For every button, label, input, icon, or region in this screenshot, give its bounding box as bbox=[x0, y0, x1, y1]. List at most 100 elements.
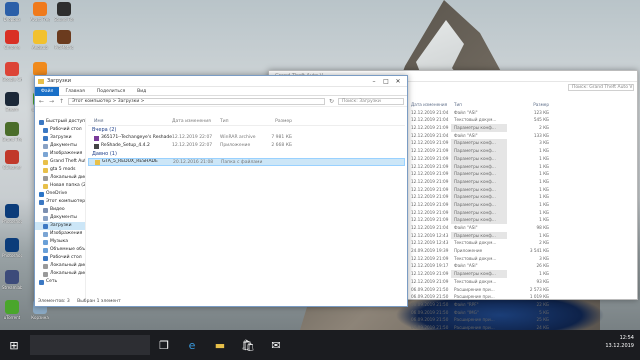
desktop-icon[interactable]: uTorrent bbox=[2, 300, 22, 320]
gta-col-type[interactable]: Тип bbox=[451, 101, 507, 109]
gta-file-row[interactable]: 06.09.2019 21:50 Расширение при... 1 019 К… bbox=[411, 293, 633, 301]
gta-file-row[interactable]: 12.12.2019 21:09 Параметры конф... 1 КБ bbox=[411, 162, 633, 171]
nav-item[interactable]: Локальный диск (D: bbox=[35, 174, 85, 182]
gta-file-row[interactable]: 12.12.2019 21:04 Файл "ASI" 133 КБ bbox=[411, 132, 633, 140]
refresh-icon[interactable]: ↻ bbox=[328, 98, 335, 105]
nav-item[interactable]: gta 5 mods bbox=[35, 166, 85, 174]
nav-item[interactable]: Grand Theft Auto V bbox=[35, 158, 85, 166]
gta-file-row[interactable]: 12.12.2019 21:09 Параметры конф... 1 КБ bbox=[411, 200, 633, 209]
up-arrow-icon[interactable]: ↑ bbox=[58, 98, 65, 105]
gta-col-size[interactable]: Размер bbox=[507, 101, 551, 109]
nav-item[interactable]: OneDrive bbox=[35, 190, 85, 198]
nav-item[interactable]: Рабочий стол bbox=[35, 254, 85, 262]
desktop-icon[interactable]: Avast Free bbox=[30, 2, 50, 22]
gta-col-date[interactable]: Дата изменения bbox=[411, 101, 451, 109]
gta-search-input[interactable]: Поиск: Grand Theft Auto V bbox=[568, 84, 634, 91]
nav-item[interactable]: Новая папка (2) bbox=[35, 182, 85, 190]
downloads-explorer-window[interactable]: Загрузки – □ ✕ Файл Главная Поделиться В… bbox=[34, 75, 408, 307]
group-header[interactable]: Давно (1) bbox=[88, 150, 405, 158]
group-header[interactable]: Вчера (2) bbox=[88, 126, 405, 134]
desktop-icon[interactable]: Aegisub bbox=[30, 30, 50, 50]
nav-item[interactable]: Этот компьютер bbox=[35, 198, 85, 206]
nav-item[interactable]: Документы bbox=[35, 214, 85, 222]
mail-icon[interactable]: ✉ bbox=[265, 334, 287, 356]
gta-file-row[interactable]: 12.12.2019 21:09 Параметры конф... 1 КБ bbox=[411, 154, 633, 163]
desktop-icon[interactable]: Streamlabs bbox=[2, 270, 22, 290]
gta-file-row[interactable]: 24.09.2019 19:39 Приложение 3 541 КБ bbox=[411, 247, 633, 255]
nav-item[interactable]: Изображения bbox=[35, 230, 85, 238]
gta-file-row[interactable]: 12.12.2019 21:09 Параметры конф... 1 КБ bbox=[411, 177, 633, 186]
nav-item[interactable]: Загрузки bbox=[35, 134, 85, 142]
minimize-button[interactable]: – bbox=[368, 78, 380, 85]
gta-file-row[interactable]: 06.09.2019 21:50 Расширение при... 25 КБ bbox=[411, 316, 633, 324]
desktop-icon[interactable]: Sound Forge bbox=[54, 2, 74, 22]
gta-file-row[interactable]: 12.12.2019 21:09 Параметры конф... 2 КБ bbox=[411, 124, 633, 132]
gta-file-row[interactable]: 12.12.2019 21:09 Параметры конф... 1 КБ bbox=[411, 147, 633, 155]
close-button[interactable]: ✕ bbox=[392, 78, 404, 85]
tab-home[interactable]: Главная bbox=[59, 89, 90, 94]
gta-file-row[interactable]: 12.12.2019 12:43 Текстовый докум... 2 КБ bbox=[411, 239, 633, 247]
col-size[interactable]: Размер bbox=[262, 118, 292, 125]
search-input[interactable]: Поиск: Загрузки bbox=[338, 97, 404, 105]
gta-file-row[interactable]: 12.12.2019 21:09 Параметры конф... 1 КБ bbox=[411, 270, 633, 278]
edge-icon[interactable]: e bbox=[181, 334, 203, 356]
gta-file-row[interactable]: 12.12.2019 21:09 Параметры конф... 1 КБ bbox=[411, 185, 633, 194]
clock-time[interactable]: 12:54 bbox=[605, 334, 634, 342]
nav-item[interactable]: Быстрый доступ bbox=[35, 118, 85, 126]
desktop-icon[interactable]: CCleaner bbox=[2, 150, 22, 170]
gta-file-row[interactable]: 06.09.2019 21:50 Файл "IMG" 5 КБ bbox=[411, 309, 633, 317]
gta-file-row[interactable]: 06.09.2019 21:50 Файл "RPF" 22 КБ bbox=[411, 301, 633, 309]
nav-item[interactable]: Локальный диск (C: bbox=[35, 262, 85, 270]
nav-item[interactable]: Рабочий стол bbox=[35, 126, 85, 134]
file-row[interactable]: GTA_5_REDUX_RESHADE 20.12.2016 21:08 Папка… bbox=[88, 158, 405, 166]
nav-item[interactable]: Сеть bbox=[35, 278, 85, 286]
col-type[interactable]: Тип bbox=[220, 118, 262, 125]
maximize-button[interactable]: □ bbox=[380, 78, 392, 85]
col-date[interactable]: Дата изменения bbox=[172, 118, 220, 125]
back-arrow-icon[interactable]: ← bbox=[38, 98, 45, 105]
desktop-icon[interactable]: Dropbox bbox=[2, 2, 22, 22]
desktop-icon[interactable]: Chrome bbox=[2, 30, 22, 50]
gta-file-row[interactable]: 12.12.2019 21:09 Текстовый докум... 3 КБ bbox=[411, 255, 633, 263]
tab-view[interactable]: Вид bbox=[131, 89, 152, 94]
address-input[interactable]: Этот компьютер > Загрузки > bbox=[68, 97, 325, 105]
taskbar-search-input[interactable] bbox=[30, 335, 150, 355]
task-view-icon[interactable]: ❐ bbox=[153, 334, 175, 356]
file-explorer-icon[interactable]: ▬ bbox=[209, 334, 231, 356]
desktop-icon[interactable]: ProMetric bbox=[54, 30, 74, 50]
nav-item[interactable]: Загрузки bbox=[35, 222, 85, 230]
nav-item[interactable]: Локальный диск (D: bbox=[35, 270, 85, 278]
gta-file-row[interactable]: 12.12.2019 21:09 Параметры конф... 3 КБ bbox=[411, 139, 633, 148]
nav-item[interactable]: Изображения bbox=[35, 150, 85, 158]
file-row[interactable]: ReShade_Setup_4.4.2 12.12.2019 22:07 Прило… bbox=[88, 142, 405, 150]
gta-file-row[interactable]: 12.12.2019 21:04 Текстовый докум... 545 КБ bbox=[411, 116, 633, 124]
gta-file-row[interactable]: 12.12.2019 21:09 Текстовый докум... 93 КБ bbox=[411, 278, 633, 286]
nav-item[interactable]: Музыка bbox=[35, 238, 85, 246]
desktop-icon[interactable]: Grand Theft Auto V bbox=[2, 122, 22, 142]
gta-file-row[interactable]: 12.12.2019 21:09 Параметры конф... 1 КБ bbox=[411, 193, 633, 201]
gta-file-row[interactable]: 12.12.2019 19:17 Файл "ASI" 26 КБ bbox=[411, 262, 633, 270]
gta-file-row[interactable]: 12.12.2019 21:09 Параметры конф... 1 КБ bbox=[411, 216, 633, 224]
col-name[interactable]: Имя bbox=[88, 118, 172, 125]
start-button[interactable]: ⊞ bbox=[3, 334, 25, 356]
desktop-icon[interactable]: Photoshop bbox=[2, 238, 22, 258]
store-icon[interactable]: 🛍 bbox=[237, 334, 259, 356]
clock-date[interactable]: 13.12.2019 bbox=[605, 342, 634, 350]
gta-file-row[interactable]: 12.12.2019 21:09 Параметры конф... 1 КБ bbox=[411, 170, 633, 178]
gta-file-row[interactable]: 12.12.2019 21:04 Файл "ASI" 98 КБ bbox=[411, 224, 633, 232]
tab-file[interactable]: Файл bbox=[35, 86, 60, 96]
forward-arrow-icon[interactable]: → bbox=[48, 98, 55, 105]
nav-item[interactable]: Объемные объекты bbox=[35, 246, 85, 254]
file-row[interactable]: 365171--Techangeye's Reshade Presets v.0… bbox=[88, 134, 405, 142]
gta-file-row[interactable]: 06.09.2019 21:50 Расширение при... 2 573 К… bbox=[411, 286, 633, 294]
gta-file-row[interactable]: 12.12.2019 21:04 Файл "ASI" 123 КБ bbox=[411, 109, 633, 117]
desktop-icon[interactable]: Photoshop bbox=[2, 204, 22, 224]
desktop-icon[interactable]: Steam bbox=[2, 92, 22, 112]
tab-share[interactable]: Поделиться bbox=[91, 89, 131, 94]
downloads-title-bar[interactable]: Загрузки – □ ✕ bbox=[35, 76, 407, 87]
gta-file-row[interactable]: 12.12.2019 12:43 Параметры конф... 1 КБ bbox=[411, 231, 633, 240]
nav-item[interactable]: Документы bbox=[35, 142, 85, 150]
desktop-icon[interactable]: Google Chrome bbox=[2, 62, 22, 82]
gta-file-row[interactable]: 12.12.2019 21:09 Параметры конф... 1 КБ bbox=[411, 208, 633, 217]
nav-item[interactable]: Видео bbox=[35, 206, 85, 214]
